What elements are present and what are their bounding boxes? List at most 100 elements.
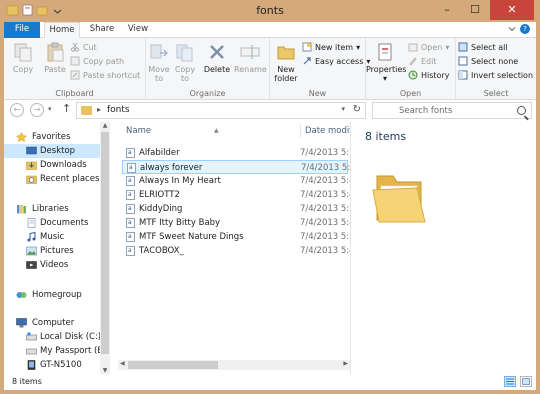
recent-locations-chevron-icon[interactable]: ▾ <box>48 105 52 113</box>
file-date: 7/4/2013 5:45 <box>300 218 350 228</box>
file-name: Always In My Heart <box>139 176 221 186</box>
nav-recent-places[interactable]: Recent places <box>4 172 100 186</box>
address-dropdown-icon[interactable]: ▾ <box>341 105 345 113</box>
file-row[interactable]: KiddyDing 7/4/2013 5:20 <box>122 202 350 216</box>
nav-phone[interactable]: GT-N5100 <box>4 358 100 372</box>
external-drive-icon <box>26 348 37 355</box>
paste-button[interactable]: Paste <box>40 41 70 74</box>
copy-path-button[interactable]: Copy path <box>70 56 124 66</box>
nav-computer[interactable]: Computer <box>4 316 100 330</box>
column-header-name[interactable]: Name ▲ <box>126 124 296 138</box>
properties-button[interactable]: Properties ▾ <box>366 41 406 83</box>
forward-button[interactable]: → <box>30 103 44 117</box>
file-list-scrollbar-thumb[interactable] <box>128 361 218 369</box>
nav-downloads[interactable]: Downloads <box>4 158 100 172</box>
column-header-date[interactable]: Date modifie <box>300 124 350 138</box>
nav-local-disk[interactable]: Local Disk (C:) <box>4 330 101 344</box>
help-icon[interactable]: ? <box>520 24 530 34</box>
file-list-horizontal-scrollbar[interactable]: ◀ ▶ <box>118 360 350 370</box>
paste-shortcut-button[interactable]: Paste shortcut <box>70 70 140 80</box>
tab-share[interactable]: Share <box>86 22 118 38</box>
move-to-button[interactable]: Move to <box>148 41 170 83</box>
maximize-button[interactable]: ☐ <box>462 0 488 20</box>
select-none-button[interactable]: Select none <box>458 56 518 66</box>
title-bar[interactable]: fonts – ☐ ✕ <box>0 0 540 22</box>
up-arrow-icon[interactable]: ↑ <box>62 102 71 115</box>
nav-music[interactable]: Music <box>4 230 100 244</box>
nav-desktop[interactable]: Desktop <box>4 144 100 158</box>
file-row[interactable]: Alfabilder 7/4/2013 5:19 <box>122 146 350 160</box>
invert-selection-button[interactable]: Invert selection <box>458 70 533 80</box>
font-file-icon <box>126 202 135 216</box>
file-row[interactable]: MTF Itty Bitty Baby 7/4/2013 5:45 <box>122 216 350 230</box>
select-group: Select all Select none Invert selection … <box>456 38 536 100</box>
copy-button[interactable]: Copy <box>8 41 38 74</box>
file-row[interactable]: MTF Sweet Nature Dings 7/4/2013 5:20 <box>122 230 350 244</box>
status-item-count: 8 items <box>12 377 42 386</box>
nav-videos[interactable]: Videos <box>4 258 100 272</box>
details-view-icon <box>506 378 514 385</box>
desktop-icon <box>26 146 37 155</box>
tab-file[interactable]: File <box>4 22 40 38</box>
sort-ascending-icon: ▲ <box>214 127 219 134</box>
scroll-right-icon[interactable]: ▶ <box>343 360 348 367</box>
file-row[interactable]: Always In My Heart 7/4/2013 5:45 <box>122 174 350 188</box>
properties-chevron-icon: ▾ <box>382 74 387 83</box>
large-icons-view-button[interactable] <box>520 376 532 387</box>
back-button[interactable]: ← <box>10 103 24 117</box>
move-to-label: Move <box>148 65 170 74</box>
breadcrumb-separator-icon[interactable]: ▸ <box>97 105 101 114</box>
scroll-left-icon[interactable]: ◀ <box>120 360 125 367</box>
cut-button[interactable]: Cut <box>70 42 97 52</box>
font-file-icon <box>126 244 135 258</box>
nav-documents[interactable]: Documents <box>4 216 100 230</box>
search-icon[interactable] <box>517 106 526 115</box>
scroll-up-icon[interactable]: ▲ <box>100 122 110 129</box>
file-row[interactable]: always forever 7/4/2013 5:45 <box>122 160 350 175</box>
file-name: ELRIOTT2 <box>139 190 180 200</box>
nav-homegroup[interactable]: Homegroup <box>4 288 100 302</box>
copy-label: Copy <box>12 65 34 74</box>
minimize-button[interactable]: – <box>434 0 460 20</box>
select-all-button[interactable]: Select all <box>458 42 508 52</box>
delete-button[interactable]: Delete <box>202 41 232 74</box>
file-row[interactable]: TACOBOX_ 7/4/2013 5:46 <box>122 244 350 258</box>
nav-pictures[interactable]: Pictures <box>4 244 100 258</box>
close-button[interactable]: ✕ <box>490 0 534 20</box>
address-bar[interactable]: ▸ fonts ▾ ↻ <box>76 102 366 119</box>
clipboard-group: Copy Paste Cut Copy path Paste shortcut … <box>4 38 146 100</box>
edit-button[interactable]: Edit <box>408 56 437 66</box>
hard-drive-icon <box>26 332 37 341</box>
invert-selection-label: Invert selection <box>471 70 534 80</box>
properties-icon <box>378 43 392 61</box>
new-folder-button[interactable]: New folder <box>272 41 300 83</box>
easy-access-button[interactable]: Easy access ▾ <box>302 56 370 66</box>
copy-path-label: Copy path <box>83 56 125 66</box>
new-item-button[interactable]: New item ▾ <box>302 42 360 52</box>
history-button[interactable]: History <box>408 70 449 80</box>
scroll-down-icon[interactable]: ▼ <box>100 367 110 374</box>
new-folder-label-2: folder <box>274 74 298 83</box>
chevron-down-icon[interactable] <box>508 25 516 33</box>
edit-icon <box>409 57 417 66</box>
nav-favorites[interactable]: Favorites <box>4 130 100 144</box>
open-button[interactable]: Open ▾ <box>408 42 449 52</box>
nav-libraries[interactable]: Libraries <box>4 202 100 216</box>
file-date: 7/4/2013 5:46 <box>300 246 350 256</box>
nav-pane-scrollbar[interactable]: ▲ ▼ <box>100 122 110 374</box>
select-none-label: Select none <box>471 56 519 66</box>
nav-my-passport[interactable]: My Passport (E:) <box>4 344 109 358</box>
details-view-button[interactable] <box>504 376 516 387</box>
select-none-icon <box>458 56 468 66</box>
refresh-icon[interactable]: ↻ <box>353 104 361 115</box>
file-row[interactable]: ELRIOTT2 7/4/2013 5:46 <box>122 188 350 202</box>
rename-button[interactable]: Rename <box>234 41 267 74</box>
breadcrumb[interactable]: fonts <box>107 105 130 115</box>
font-file-icon <box>126 216 135 230</box>
tab-home[interactable]: Home <box>44 22 80 38</box>
copy-to-button[interactable]: Copy to <box>174 41 196 83</box>
search-input[interactable]: Search fonts <box>372 102 532 119</box>
nav-pane-scrollbar-thumb[interactable] <box>101 132 109 354</box>
tab-view[interactable]: View <box>124 22 152 38</box>
copy-to-label: Copy <box>174 65 196 74</box>
